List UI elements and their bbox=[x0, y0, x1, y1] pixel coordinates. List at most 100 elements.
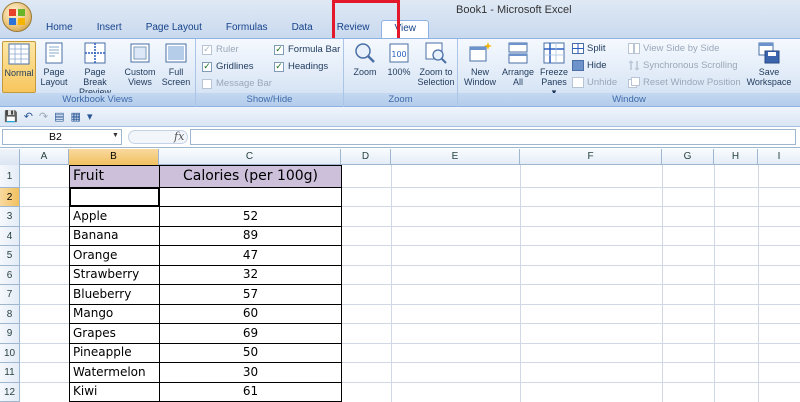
worksheet-grid[interactable]: A B C D E F G H I 1 2 3 4 5 6 7 8 9 10 1… bbox=[0, 149, 800, 402]
row-header-7[interactable]: 7 bbox=[0, 285, 20, 305]
row-header-12[interactable]: 12 bbox=[0, 383, 20, 402]
name-box-dropdown-icon[interactable]: ▼ bbox=[112, 132, 119, 139]
cell-calories[interactable]: 69 bbox=[159, 323, 342, 344]
row-header-1[interactable]: 1 bbox=[0, 165, 20, 188]
cell-fruit[interactable]: Apple bbox=[69, 206, 160, 227]
insert-function-icon[interactable]: fx bbox=[174, 130, 184, 143]
cell-fruit[interactable]: Blueberry bbox=[69, 284, 160, 305]
cell-calories[interactable]: 57 bbox=[159, 284, 342, 305]
cell-calories[interactable]: 60 bbox=[159, 304, 342, 324]
tab-page-layout[interactable]: Page Layout bbox=[134, 20, 214, 38]
new-window-button[interactable]: New Window bbox=[462, 41, 498, 87]
zoom-100-button[interactable]: 100 100% bbox=[384, 41, 414, 77]
tab-formulas[interactable]: Formulas bbox=[214, 20, 280, 38]
message-bar-checkbox[interactable]: Message Bar bbox=[202, 78, 272, 89]
gridlines-check-icon: ✓ bbox=[202, 61, 212, 72]
row-header-4[interactable]: 4 bbox=[0, 227, 20, 246]
svg-text:100: 100 bbox=[391, 50, 406, 59]
tab-insert[interactable]: Insert bbox=[85, 20, 134, 38]
zoom-to-selection-button[interactable]: Zoom to Selection bbox=[416, 41, 456, 87]
tab-view[interactable]: View bbox=[381, 20, 429, 38]
cell-c2[interactable] bbox=[159, 187, 342, 207]
print-preview-icon[interactable]: ▤ bbox=[54, 110, 64, 123]
cell-calories[interactable]: 30 bbox=[159, 362, 342, 383]
formula-bar-check-icon: ✓ bbox=[274, 44, 284, 55]
group-label-window: Window bbox=[458, 93, 800, 106]
hide-icon bbox=[572, 60, 584, 71]
headings-checkbox[interactable]: ✓ Headings bbox=[274, 61, 328, 72]
redo-icon[interactable]: ↷ bbox=[39, 110, 48, 123]
cell-fruit[interactable]: Grapes bbox=[69, 323, 160, 344]
arrange-all-button[interactable]: Arrange All bbox=[500, 41, 536, 87]
zoom-selection-icon bbox=[425, 42, 447, 64]
freeze-panes-button[interactable]: Freeze Panes ▾ bbox=[538, 41, 570, 97]
cell-fruit[interactable]: Kiwi bbox=[69, 382, 160, 402]
column-header-a[interactable]: A bbox=[20, 149, 69, 165]
cell-fruit[interactable]: Mango bbox=[69, 304, 160, 324]
row-header-10[interactable]: 10 bbox=[0, 344, 20, 363]
normal-view-button[interactable]: Normal bbox=[2, 41, 36, 93]
undo-icon[interactable]: ↶ bbox=[24, 110, 33, 123]
column-header-c[interactable]: C bbox=[159, 149, 341, 165]
formula-bar-checkbox[interactable]: ✓ Formula Bar bbox=[274, 44, 340, 55]
synchronous-scrolling-button[interactable]: Synchronous Scrolling bbox=[628, 60, 738, 71]
zoom-button[interactable]: Zoom bbox=[348, 41, 382, 77]
column-header-h[interactable]: H bbox=[714, 149, 758, 165]
full-screen-button[interactable]: Full Screen bbox=[160, 41, 192, 87]
page-break-preview-button[interactable]: Page Break Preview bbox=[72, 41, 118, 97]
column-header-i[interactable]: I bbox=[758, 149, 800, 165]
tab-review[interactable]: Review bbox=[325, 20, 382, 38]
column-header-b[interactable]: B bbox=[69, 149, 159, 165]
select-all-corner[interactable] bbox=[0, 149, 20, 165]
save-icon[interactable]: 💾 bbox=[4, 110, 18, 123]
cell-calories[interactable]: 32 bbox=[159, 265, 342, 285]
office-button[interactable] bbox=[2, 2, 32, 32]
hide-button[interactable]: Hide bbox=[572, 60, 607, 71]
formula-input[interactable] bbox=[190, 129, 796, 145]
row-header-2[interactable]: 2 bbox=[0, 188, 20, 207]
column-header-d[interactable]: D bbox=[341, 149, 391, 165]
name-box[interactable]: B2 bbox=[2, 129, 122, 145]
message-bar-check-icon bbox=[202, 78, 212, 89]
column-header-e[interactable]: E bbox=[391, 149, 520, 165]
cell-fruit[interactable]: Orange bbox=[69, 245, 160, 266]
custom-views-button[interactable]: Custom Views bbox=[122, 41, 158, 87]
cell-fruit[interactable]: Watermelon bbox=[69, 362, 160, 383]
gridlines-checkbox[interactable]: ✓ Gridlines bbox=[202, 61, 254, 72]
reset-window-position-button[interactable]: Reset Window Position bbox=[628, 77, 741, 88]
group-show-hide: ✓ Ruler ✓ Gridlines Message Bar ✓ Formula B… bbox=[196, 39, 344, 107]
cell-fruit[interactable]: Strawberry bbox=[69, 265, 160, 285]
tab-data[interactable]: Data bbox=[280, 20, 325, 38]
cell-b1[interactable]: Fruit bbox=[69, 165, 160, 188]
tab-home[interactable]: Home bbox=[34, 20, 85, 38]
column-header-g[interactable]: G bbox=[662, 149, 714, 165]
split-button[interactable]: Split bbox=[572, 43, 605, 54]
cell-calories[interactable]: 61 bbox=[159, 382, 342, 402]
save-workspace-button[interactable]: Save Workspace bbox=[744, 41, 794, 87]
page-layout-icon bbox=[45, 42, 63, 64]
cell-calories[interactable]: 89 bbox=[159, 226, 342, 246]
sync-scroll-icon bbox=[628, 60, 640, 71]
cell-calories[interactable]: 50 bbox=[159, 343, 342, 363]
cell-fruit[interactable]: Pineapple bbox=[69, 343, 160, 363]
cell-c1[interactable]: Calories (per 100g) bbox=[159, 165, 342, 188]
cell-fruit[interactable]: Banana bbox=[69, 226, 160, 246]
ruler-checkbox[interactable]: ✓ Ruler bbox=[202, 44, 239, 55]
borders-icon[interactable]: ▦ bbox=[71, 110, 81, 123]
row-header-11[interactable]: 11 bbox=[0, 363, 20, 383]
row-header-3[interactable]: 3 bbox=[0, 207, 20, 227]
cell-calories[interactable]: 52 bbox=[159, 206, 342, 227]
arrange-all-icon bbox=[508, 42, 528, 64]
row-header-8[interactable]: 8 bbox=[0, 305, 20, 324]
column-header-f[interactable]: F bbox=[520, 149, 662, 165]
ruler-check-icon: ✓ bbox=[202, 44, 212, 55]
page-layout-view-button[interactable]: Page Layout bbox=[38, 41, 70, 87]
row-header-6[interactable]: 6 bbox=[0, 266, 20, 285]
row-header-5[interactable]: 5 bbox=[0, 246, 20, 266]
view-side-by-side-button[interactable]: View Side by Side bbox=[628, 43, 719, 54]
cell-b2[interactable] bbox=[69, 187, 160, 207]
cell-calories[interactable]: 47 bbox=[159, 245, 342, 266]
unhide-button[interactable]: Unhide bbox=[572, 77, 617, 88]
customize-qat-icon[interactable]: ▾ bbox=[87, 110, 93, 123]
row-header-9[interactable]: 9 bbox=[0, 324, 20, 344]
